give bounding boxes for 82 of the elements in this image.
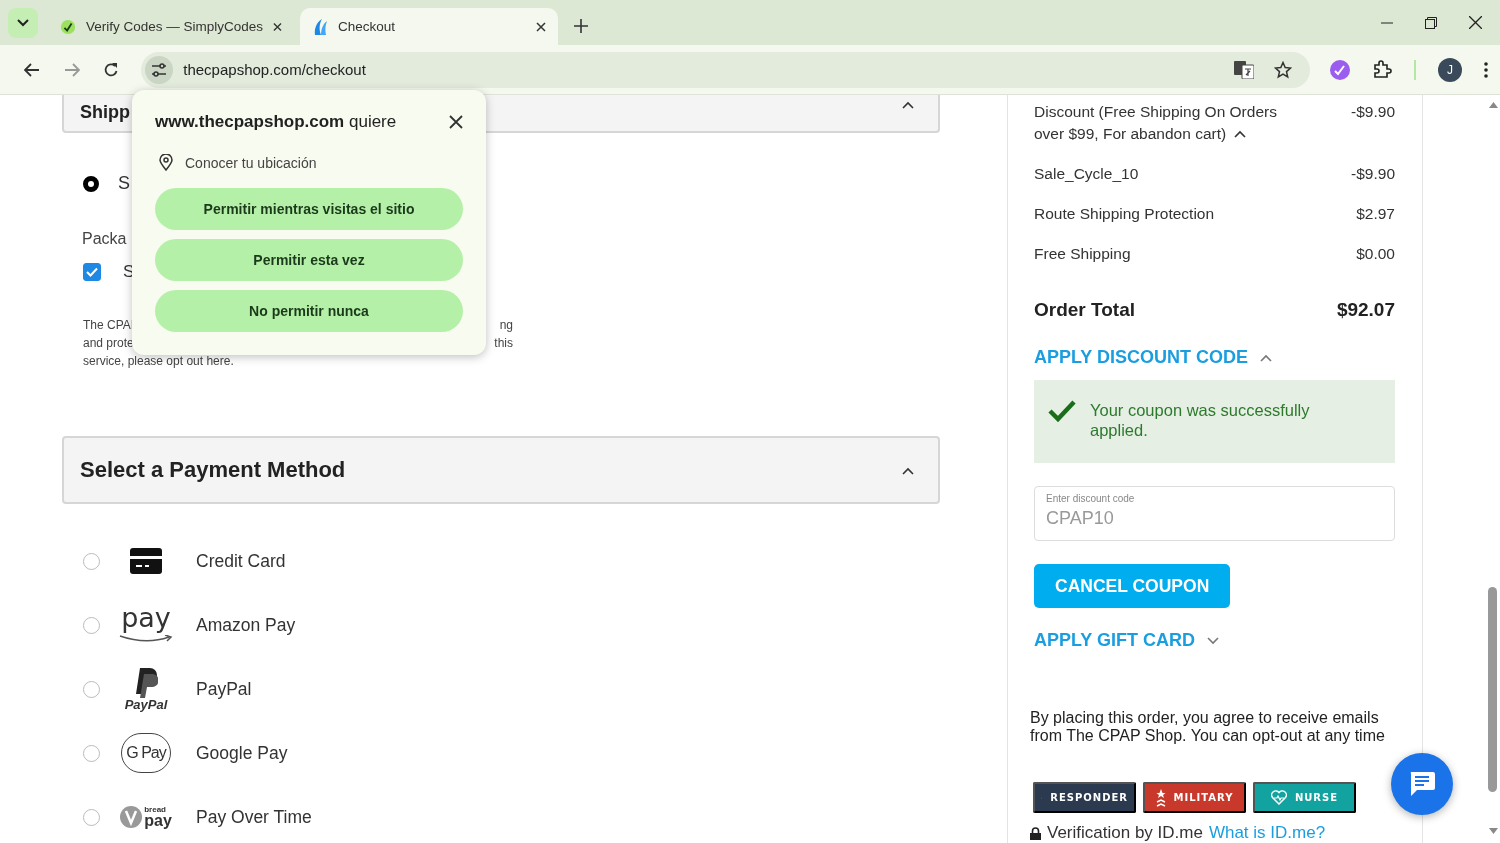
chevron-icon: [1234, 130, 1247, 138]
chevron-icon: [902, 101, 914, 109]
radio-button[interactable]: [83, 680, 100, 698]
close-icon[interactable]: [536, 21, 546, 32]
permission-button[interactable]: Permitir esta vez: [155, 239, 463, 281]
discount-code-field[interactable]: Enter discount code CPAP10: [1034, 486, 1395, 541]
address-bar[interactable]: thecpapshop.com/checkout: [141, 51, 1310, 88]
chat-button[interactable]: [1391, 753, 1453, 815]
payment-method-label: Amazon Pay: [196, 614, 296, 636]
popup-title: www.thecpapshop.com quiere: [155, 112, 397, 132]
close-button[interactable]: [449, 115, 463, 129]
translate-icon[interactable]: [1234, 60, 1254, 79]
permission-button[interactable]: No permitir nunca: [155, 290, 463, 332]
radio-button[interactable]: [83, 808, 100, 826]
section-title: Select a Payment Method: [80, 457, 346, 483]
verification-text: Verification by ID.me: [1047, 823, 1203, 843]
close-icon[interactable]: [273, 21, 282, 32]
section-heading: Packa: [82, 230, 128, 248]
favicon-icon: [312, 17, 328, 36]
payment-method-label: Pay Over Time: [196, 806, 312, 828]
summary-label: Route Shipping Protection: [1034, 204, 1215, 224]
extensions-puzzle-icon[interactable]: [1372, 59, 1392, 80]
success-text: Your coupon was successfully applied.: [1090, 400, 1311, 440]
minimize-icon[interactable]: [1381, 21, 1393, 24]
summary-amount: -$9.90: [1351, 102, 1395, 122]
chevron-icon: [1260, 353, 1273, 362]
scrollbar-thumb[interactable]: [1488, 587, 1497, 792]
favicon-icon: [60, 17, 76, 36]
scroll-down-icon[interactable]: [1489, 828, 1498, 834]
payment-method-label: Credit Card: [196, 550, 286, 572]
star-icon[interactable]: [1274, 60, 1292, 79]
notice-text: ng: [499, 317, 513, 334]
chevron-icon: [902, 467, 914, 475]
close-icon[interactable]: [1469, 16, 1482, 29]
location-pin-icon: [159, 154, 173, 171]
browser-tab[interactable]: Checkout: [300, 8, 558, 45]
chat-icon: [1409, 772, 1435, 796]
radio-button[interactable]: [83, 616, 100, 634]
summary-label: Sale_Cycle_10: [1034, 164, 1139, 184]
verification-badge[interactable]: MILITARY: [1143, 782, 1246, 813]
chevron-icon: [1207, 636, 1220, 645]
permission-button[interactable]: Permitir mientras visitas el sitio: [155, 188, 463, 230]
radio-button[interactable]: [83, 552, 100, 570]
total-amount: $92.07: [1336, 299, 1395, 321]
checkbox[interactable]: [83, 263, 101, 281]
permission-request: Conocer tu ubicación: [185, 154, 317, 171]
forward-icon[interactable]: [63, 62, 80, 77]
chevron-icon: [17, 19, 29, 27]
summary-amount: $0.00: [1356, 244, 1395, 264]
payment-section-header[interactable]: Select a Payment Method: [62, 436, 940, 504]
restore-icon[interactable]: [1425, 16, 1437, 29]
menu-icon[interactable]: [1484, 61, 1488, 78]
tab-search-button[interactable]: [8, 8, 38, 38]
paypal-logo: PayPal: [116, 662, 176, 716]
consent-text: By placing this order, you agree to receive emails from The CPAP Shop. You can opt-out at any time: [1030, 709, 1386, 745]
notice-text: service, please opt out here.: [83, 354, 234, 368]
summary-amount: $2.97: [1356, 204, 1395, 224]
radio-button[interactable]: [83, 175, 99, 192]
extension-icon[interactable]: [1330, 59, 1350, 80]
section-title: Shipp: [80, 101, 130, 123]
lock-icon: [1030, 826, 1041, 840]
radio-button[interactable]: [83, 744, 100, 762]
payment-method-label: Google Pay: [196, 742, 288, 764]
option-label: S: [118, 173, 130, 194]
profile-avatar[interactable]: J: [1438, 57, 1462, 82]
back-icon[interactable]: [23, 62, 40, 77]
scroll-up-icon[interactable]: [1489, 102, 1498, 108]
bread-pay-logo: bread pay: [120, 806, 172, 828]
checkmark-icon: [1048, 400, 1076, 422]
notice-text: this: [494, 335, 513, 352]
summary-label: Free Shipping: [1034, 244, 1131, 264]
verification-badge[interactable]: RESPONDER: [1033, 782, 1136, 813]
summary-amount: -$9.90: [1351, 164, 1395, 184]
notice-text: and prote: [83, 335, 134, 352]
amazon-pay-logo: pay: [116, 598, 176, 652]
reload-icon[interactable]: [103, 61, 120, 78]
credit-card-icon: [130, 548, 162, 574]
payment-method-label: PayPal: [196, 678, 252, 700]
site-settings-icon[interactable]: [151, 62, 168, 77]
summary-label: Discount (Free Shipping On Orders over $99, For abandon cart): [1034, 102, 1278, 144]
total-label: Order Total: [1034, 299, 1135, 321]
browser-tab[interactable]: Verify Codes — SimplyCodes: [48, 8, 294, 45]
